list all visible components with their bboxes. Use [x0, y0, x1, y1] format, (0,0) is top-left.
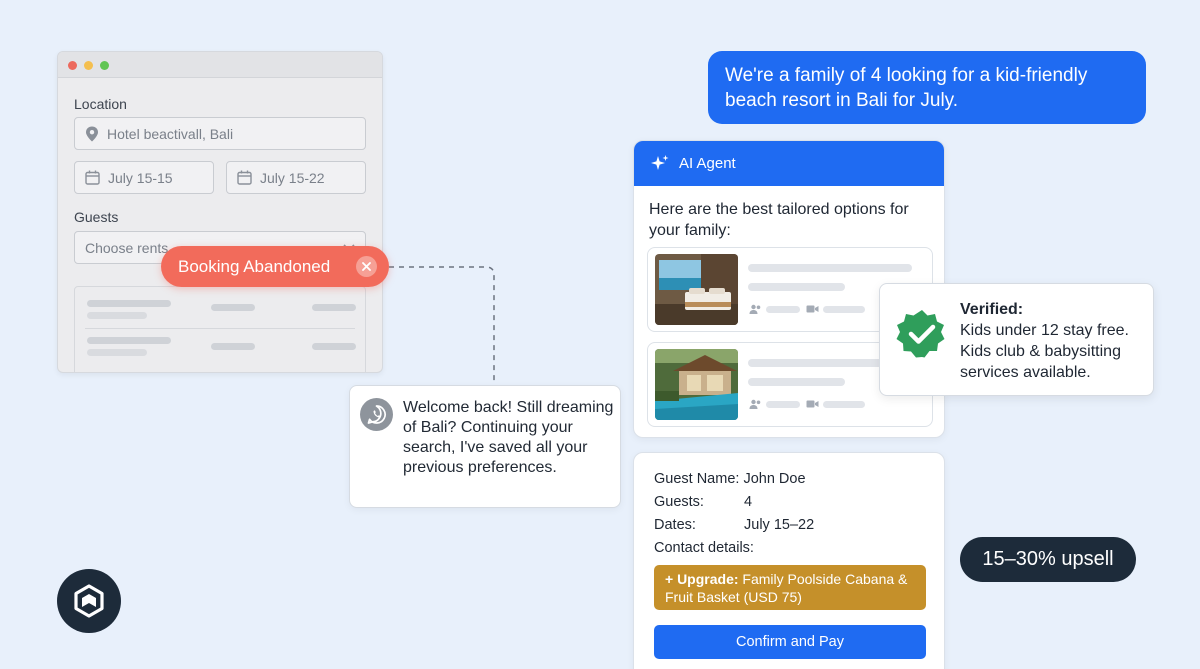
- dates-value: July 15–22: [744, 517, 815, 533]
- ai-agent-title: AI Agent: [679, 155, 736, 172]
- guests-count-value: 4: [744, 494, 753, 510]
- calendar-icon: [237, 170, 252, 185]
- window-titlebar: [58, 52, 382, 78]
- row-divider: [85, 328, 355, 329]
- guest-name-value: John Doe: [743, 471, 806, 487]
- booking-details-card: Guest Name: John Doe Guests: 4 Dates: July…: [633, 452, 945, 669]
- date-to-field[interactable]: July 15-22: [226, 161, 366, 194]
- skeleton-bar: [312, 343, 356, 350]
- map-pin-icon: [86, 126, 98, 141]
- skeleton-bar: [766, 401, 800, 408]
- guest-name-label: Guest Name:: [654, 471, 740, 487]
- skeleton-bar: [748, 283, 845, 291]
- sparkle-icon: [651, 154, 669, 170]
- skeleton-bar: [823, 306, 865, 313]
- skeleton-bar: [823, 401, 865, 408]
- upgrade-prefix: + Upgrade:: [665, 571, 739, 587]
- whatsapp-icon: [360, 398, 393, 431]
- skeleton-bar: [748, 264, 912, 272]
- date-from-field[interactable]: July 15-15: [74, 161, 214, 194]
- booking-abandoned-badge: Booking Abandoned: [161, 246, 389, 287]
- skeleton-bar: [87, 312, 147, 319]
- skeleton-bar: [87, 349, 147, 356]
- skeleton-bar: [87, 300, 171, 307]
- maximize-window-dot[interactable]: [100, 61, 109, 70]
- dates-row: Dates: July 15–22: [654, 517, 814, 533]
- verified-heading: Verified:: [960, 301, 1024, 318]
- welcome-back-message: Welcome back! Still dreaming of Bali? Co…: [349, 385, 621, 508]
- verified-line-1: Kids under 12 stay free.: [960, 322, 1129, 339]
- skeleton-bar: [766, 306, 800, 313]
- hotel-villa-image: [655, 349, 738, 420]
- guests-count-label: Guests:: [654, 494, 704, 510]
- upsell-badge: 15–30% upsell: [960, 537, 1136, 582]
- users-icon: [749, 304, 761, 314]
- hotel-room-image: [655, 254, 738, 325]
- welcome-back-text: Welcome back! Still dreaming of Bali? Co…: [403, 399, 614, 476]
- brand-logo-icon: [57, 569, 121, 633]
- calendar-icon: [85, 170, 100, 185]
- contact-details-label: Contact details:: [654, 540, 754, 556]
- ai-agent-intro: Here are the best tailored options for y…: [649, 201, 909, 239]
- verified-badge-icon: [896, 308, 948, 365]
- skeleton-bar: [312, 304, 356, 311]
- location-field[interactable]: Hotel beactivall, Bali: [74, 117, 366, 150]
- close-window-dot[interactable]: [68, 61, 77, 70]
- user-message-text: We're a family of 4 looking for a kid-fr…: [725, 65, 1088, 111]
- date-to-value: July 15-22: [260, 169, 325, 186]
- browser-window: Location Hotel beactivall, Bali July 15-…: [57, 51, 383, 373]
- location-label: Location: [74, 96, 127, 112]
- video-icon: [806, 400, 819, 408]
- close-circle-icon[interactable]: [356, 256, 377, 277]
- video-icon: [806, 305, 819, 313]
- users-icon: [749, 399, 761, 409]
- skeleton-bar: [211, 343, 255, 350]
- verified-line-2: Kids club & babysitting services availab…: [960, 343, 1121, 381]
- ai-agent-header: AI Agent: [634, 141, 944, 186]
- guest-name-row: Guest Name: John Doe: [654, 471, 806, 487]
- skeleton-bar: [87, 337, 171, 344]
- upgrade-offer[interactable]: + Upgrade: Family Poolside Cabana & Frui…: [654, 565, 926, 610]
- booking-abandoned-label: Booking Abandoned: [178, 256, 331, 276]
- skeleton-bar: [211, 304, 255, 311]
- skeleton-bar: [748, 378, 845, 386]
- location-value: Hotel beactivall, Bali: [107, 125, 234, 142]
- guests-label: Guests: [74, 209, 119, 225]
- minimize-window-dot[interactable]: [84, 61, 93, 70]
- dates-label: Dates:: [654, 517, 696, 533]
- results-skeleton-table: [74, 286, 366, 372]
- date-from-value: July 15-15: [108, 169, 173, 186]
- guests-placeholder: Choose rents: [85, 239, 169, 256]
- confirm-and-pay-button[interactable]: Confirm and Pay: [654, 625, 926, 659]
- upsell-label: 15–30% upsell: [982, 548, 1114, 570]
- verified-popup: Verified: Kids under 12 stay free. Kids …: [879, 283, 1154, 396]
- guests-row: Guests: 4: [654, 494, 752, 510]
- user-message-bubble: We're a family of 4 looking for a kid-fr…: [708, 51, 1146, 124]
